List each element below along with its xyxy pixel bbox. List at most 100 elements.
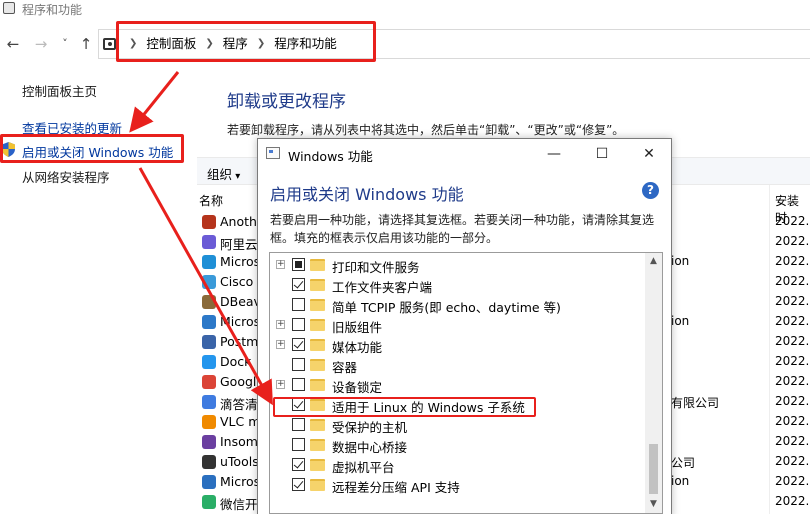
recent-locations-chevron-icon[interactable]: ˅ [56,35,74,53]
feature-row[interactable]: 远程差分压缩 API 支持 [270,475,645,495]
program-install-date: 2022.0 [775,494,810,508]
help-icon[interactable]: ? [642,182,659,199]
windows-features-highlight-box [0,134,184,163]
program-publisher: ion [671,314,690,328]
program-name: DBeav [220,294,261,309]
feature-checkbox[interactable] [292,458,305,471]
program-install-date: 2022.0 [775,454,810,468]
folder-icon [310,479,325,491]
program-icon [202,315,216,329]
minimize-icon[interactable]: — [539,143,569,165]
feature-row[interactable]: 数据中心桥接 [270,435,645,455]
install-from-network-link[interactable]: 从网络安装程序 [22,167,110,186]
feature-checkbox[interactable] [292,298,305,311]
program-name: uTools [220,454,259,469]
feature-label: 容器 [332,360,358,375]
folder-icon [310,299,325,311]
folder-icon [310,319,325,331]
program-install-date: 2022.0 [775,254,810,268]
feature-checkbox[interactable] [292,418,305,431]
program-icon [202,215,216,229]
program-install-date: 2022.0 [775,374,810,388]
program-install-date: 2022.0 [775,314,810,328]
feature-row[interactable]: 受保护的主机 [270,415,645,435]
folder-icon [310,439,325,451]
folder-icon [310,459,325,471]
folder-icon [310,279,325,291]
up-arrow-icon[interactable]: ↑ [77,35,95,53]
feature-row[interactable]: + 旧版组件 [270,315,645,335]
program-name: 阿里云 [220,237,258,252]
expand-plus-icon[interactable]: + [276,340,285,349]
program-publisher: 公司 [671,456,696,470]
control-panel-home-link[interactable]: 控制面板主页 [22,81,97,100]
program-icon [202,255,216,269]
feature-checkbox[interactable] [292,258,305,271]
feature-checkbox[interactable] [292,338,305,351]
maximize-icon[interactable]: ☐ [587,143,617,165]
program-name: 滴答清 [220,397,258,412]
program-install-date: 2022.0 [775,234,810,248]
feature-row[interactable]: 工作文件夹客户端 [270,275,645,295]
program-install-date: 2022.0 [775,394,810,408]
program-publisher: ion [671,474,690,488]
scroll-up-icon[interactable]: ▲ [645,253,662,270]
program-publisher: ion [671,254,690,268]
feature-checkbox[interactable] [292,318,305,331]
control-panel-icon [103,38,116,50]
feature-row[interactable]: + 设备锁定 [270,375,645,395]
feature-label: 工作文件夹客户端 [332,280,433,295]
program-install-date: 2022.0 [775,354,810,368]
wsl-highlight-box [273,397,536,417]
back-arrow-icon[interactable]: ← [4,35,22,53]
program-icon [202,355,216,369]
feature-row[interactable]: 简单 TCPIP 服务(即 echo、daytime 等) [270,295,645,315]
program-install-date: 2022.0 [775,294,810,308]
close-icon[interactable]: ✕ [634,143,664,165]
feature-checkbox[interactable] [292,378,305,391]
forward-arrow-icon[interactable]: → [32,35,50,53]
program-name: Micros [220,314,261,329]
page-title: 卸载或更改程序 [227,92,346,112]
window-title: 程序和功能 [22,3,83,17]
feature-checkbox[interactable] [292,358,305,371]
program-icon [202,375,216,389]
program-name: Micros [220,254,261,269]
features-scrollbar[interactable]: ▲ ▼ [645,253,662,513]
dialog-title-bar: Windows 功能 — ☐ ✕ [258,139,671,169]
program-icon [202,495,216,509]
feature-label: 打印和文件服务 [332,260,420,275]
program-name: 微信开 [220,497,258,512]
expand-plus-icon[interactable]: + [276,380,285,389]
programs-app-icon [3,2,15,14]
scroll-down-icon[interactable]: ▼ [645,496,662,513]
feature-checkbox[interactable] [292,438,305,451]
feature-row[interactable]: + 打印和文件服务 [270,255,645,275]
window-title-bar: 程序和功能 [0,0,810,20]
feature-row[interactable]: + 媒体功能 [270,335,645,355]
folder-icon [310,359,325,371]
feature-checkbox[interactable] [292,278,305,291]
program-name: Micros [220,474,261,489]
page-description: 若要卸载程序，请从列表中将其选中，然后单击“卸载”、“更改”或“修复”。 [227,123,625,137]
folder-icon [310,379,325,391]
column-header-name[interactable]: 名称 [199,192,223,209]
expand-plus-icon[interactable]: + [276,320,285,329]
windows-features-dialog: Windows 功能 — ☐ ✕ 启用或关闭 Windows 功能 ? 若要启用… [257,138,672,514]
organize-menu-button[interactable]: 组织 [207,164,240,183]
feature-label: 简单 TCPIP 服务(即 echo、daytime 等) [332,300,561,315]
program-install-date: 2022.0 [775,414,810,428]
program-name: Dock [220,354,252,369]
feature-row[interactable]: 虚拟机平台 [270,455,645,475]
program-install-date: 2022.0 [775,474,810,488]
expand-plus-icon[interactable]: + [276,260,285,269]
program-icon [202,435,216,449]
features-tree: + 打印和文件服务 工作文件夹客户端简单 TCPIP 服务(即 echo、dayti… [269,252,663,514]
program-icon [202,415,216,429]
scrollbar-thumb[interactable] [649,444,658,494]
feature-checkbox[interactable] [292,478,305,491]
feature-row[interactable]: 容器 [270,355,645,375]
program-icon [202,295,216,309]
program-icon [202,235,216,249]
programs-and-features-window: 程序和功能 ← → ˅ ↑ ❯ 控制面板 ❯ 程序 ❯ 程序和功能 控制面板主页… [0,0,810,514]
